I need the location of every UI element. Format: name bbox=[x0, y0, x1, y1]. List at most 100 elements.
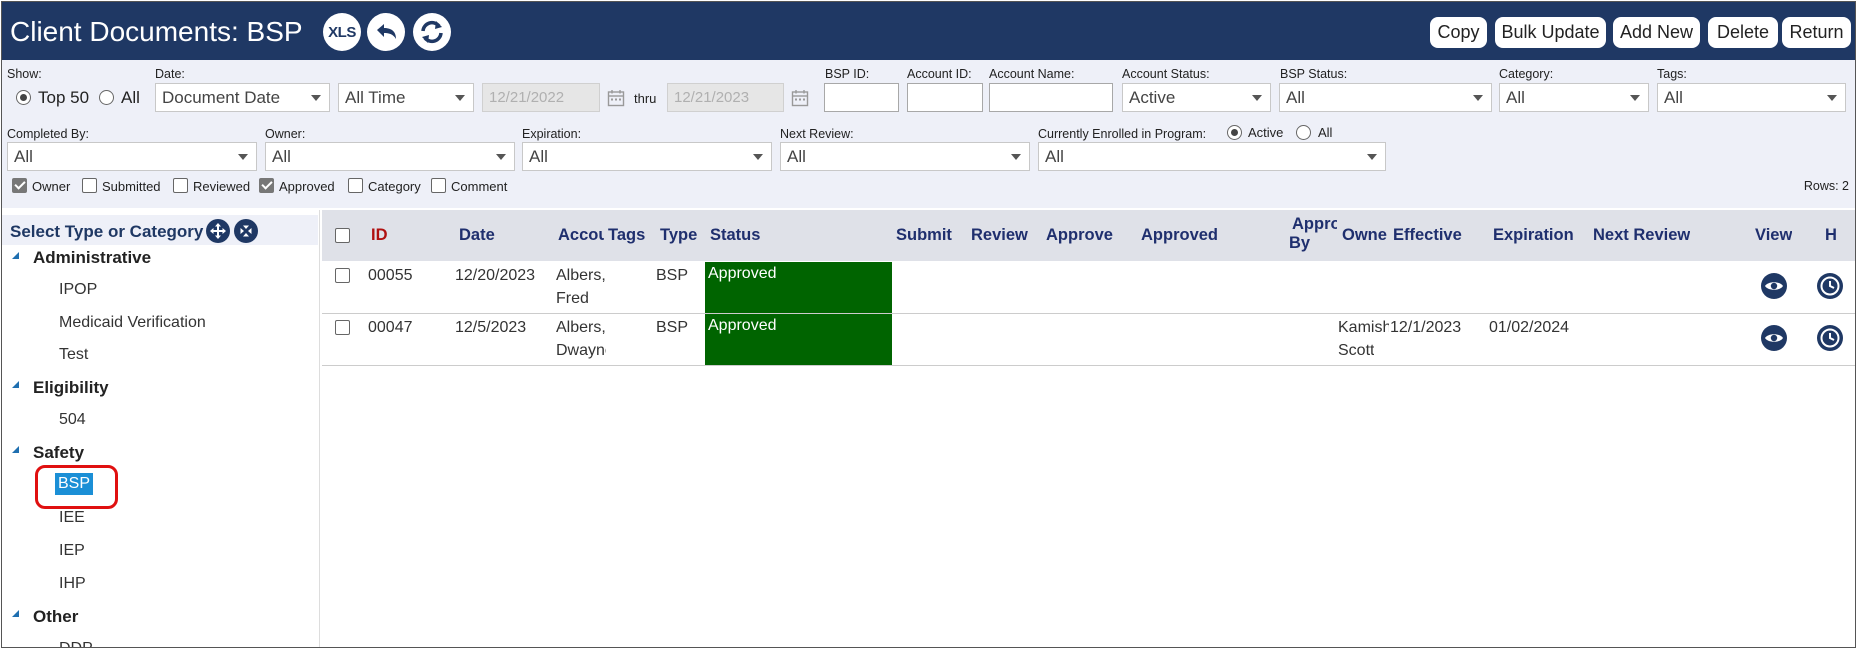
copy-button[interactable]: Copy bbox=[1430, 17, 1487, 48]
bulk-update-button[interactable]: Bulk Update bbox=[1495, 17, 1606, 48]
table-row[interactable]: 00047 12/5/2023 Albers, Dwayne BSP Appro… bbox=[322, 314, 1855, 366]
tags-select[interactable]: All bbox=[1657, 83, 1846, 112]
refresh-icon[interactable] bbox=[413, 13, 451, 51]
cell-owner-line1: Kamisha bbox=[1338, 319, 1389, 336]
bsp-status-label: BSP Status: bbox=[1280, 67, 1348, 81]
cell-expiration: 01/02/2024 bbox=[1489, 319, 1570, 336]
add-new-button[interactable]: Add New bbox=[1613, 17, 1700, 48]
col-approved[interactable]: Approved bbox=[1141, 226, 1218, 245]
tree-item-ipop[interactable]: IPOP bbox=[59, 281, 97, 299]
cell-account-line2: Fred bbox=[556, 290, 589, 307]
tree-item-ddp[interactable]: DDP bbox=[59, 640, 93, 647]
tree-item-504[interactable]: 504 bbox=[59, 411, 86, 429]
comment-column-checkbox[interactable] bbox=[431, 178, 446, 193]
owner-column-checkbox[interactable] bbox=[12, 178, 27, 193]
date-to-input[interactable]: 12/21/2023 bbox=[667, 83, 784, 112]
col-approved-by-line2[interactable]: By bbox=[1289, 234, 1310, 253]
enrolled-all-radio[interactable] bbox=[1296, 125, 1311, 140]
account-id-input[interactable] bbox=[907, 83, 983, 112]
expand-all-icon[interactable] bbox=[206, 219, 230, 243]
expand-eligibility-icon[interactable] bbox=[12, 381, 19, 388]
col-effective[interactable]: Effective bbox=[1393, 226, 1462, 245]
calendar-icon[interactable] bbox=[791, 89, 809, 107]
tree-item-ihp[interactable]: IHP bbox=[59, 575, 86, 593]
col-approve[interactable]: Approve bbox=[1046, 226, 1113, 245]
date-range-select[interactable]: All Time bbox=[338, 83, 474, 112]
view-eye-icon[interactable] bbox=[1760, 324, 1788, 352]
date-type-select[interactable]: Document Date bbox=[155, 83, 330, 112]
expand-safety-icon[interactable] bbox=[12, 446, 19, 453]
tree-item-test[interactable]: Test bbox=[59, 346, 88, 364]
rows-count: Rows: 2 bbox=[1803, 179, 1849, 193]
status-badge: Approved bbox=[705, 314, 892, 365]
undo-icon[interactable] bbox=[367, 13, 405, 51]
completed-by-select[interactable]: All bbox=[7, 142, 257, 171]
col-expiration[interactable]: Expiration bbox=[1493, 226, 1574, 245]
select-all-checkbox[interactable] bbox=[335, 228, 350, 243]
reviewed-column-checkbox[interactable] bbox=[173, 178, 188, 193]
col-history[interactable]: H bbox=[1825, 226, 1837, 245]
col-approved-by-line1[interactable]: Approved bbox=[1292, 215, 1337, 234]
owner-select[interactable]: All bbox=[265, 142, 515, 171]
col-account[interactable]: Account bbox=[558, 226, 604, 245]
tree-category-administrative[interactable]: Administrative bbox=[33, 248, 151, 268]
col-status[interactable]: Status bbox=[710, 226, 760, 245]
submitted-column-label: Submitted bbox=[102, 179, 161, 194]
next-review-select[interactable]: All bbox=[780, 142, 1030, 171]
col-next-review[interactable]: Next Review bbox=[1593, 226, 1690, 245]
submitted-column-checkbox[interactable] bbox=[82, 178, 97, 193]
history-clock-icon[interactable] bbox=[1816, 324, 1844, 352]
xls-export-button[interactable]: XLS bbox=[323, 13, 361, 51]
enrolled-active-radio[interactable] bbox=[1227, 125, 1242, 140]
table-row[interactable]: 00055 12/20/2023 Albers, Fred BSP Approv… bbox=[322, 262, 1855, 314]
bsp-id-input[interactable] bbox=[824, 83, 899, 112]
bsp-status-select[interactable]: All bbox=[1279, 83, 1492, 112]
col-owner[interactable]: Owner bbox=[1342, 226, 1387, 245]
show-all-label: All bbox=[121, 88, 140, 107]
enrolled-active-label: Active bbox=[1248, 125, 1284, 140]
category-column-checkbox[interactable] bbox=[348, 178, 363, 193]
col-id[interactable]: ID bbox=[371, 226, 388, 245]
client-documents-page: Client Documents: BSP XLS Copy Bulk Upda… bbox=[1, 1, 1856, 648]
tree-item-medicaid-verification[interactable]: Medicaid Verification bbox=[59, 314, 206, 332]
show-top50-radio[interactable] bbox=[16, 90, 31, 105]
col-type[interactable]: Type bbox=[660, 226, 697, 245]
cell-type: BSP bbox=[656, 319, 689, 336]
cell-owner-line2: Scott bbox=[1338, 342, 1375, 359]
enrolled-program-select[interactable]: All bbox=[1038, 142, 1386, 171]
collapse-all-icon[interactable] bbox=[234, 219, 258, 243]
col-tags[interactable]: Tags bbox=[608, 226, 645, 245]
account-status-select[interactable]: Active bbox=[1122, 83, 1271, 112]
expand-administrative-icon[interactable] bbox=[12, 252, 19, 259]
col-date[interactable]: Date bbox=[459, 226, 495, 245]
tree-item-iee[interactable]: IEE bbox=[59, 509, 85, 527]
approved-column-checkbox[interactable] bbox=[259, 178, 274, 193]
date-from-input[interactable]: 12/21/2022 bbox=[482, 83, 600, 112]
expiration-select[interactable]: All bbox=[522, 142, 772, 171]
col-view[interactable]: View bbox=[1755, 226, 1792, 245]
approved-column-label: Approved bbox=[279, 179, 335, 194]
col-review[interactable]: Review bbox=[971, 226, 1028, 245]
tree-category-eligibility[interactable]: Eligibility bbox=[33, 378, 109, 398]
delete-button[interactable]: Delete bbox=[1708, 17, 1778, 48]
show-all-radio[interactable] bbox=[99, 90, 114, 105]
category-select[interactable]: All bbox=[1499, 83, 1649, 112]
tree-item-iep[interactable]: IEP bbox=[59, 542, 85, 560]
selection-highlight bbox=[35, 465, 118, 509]
return-button[interactable]: Return bbox=[1782, 17, 1851, 48]
date-range-value: All Time bbox=[345, 88, 406, 107]
tree-category-safety[interactable]: Safety bbox=[33, 443, 84, 463]
enrolled-all-label: All bbox=[1318, 125, 1333, 140]
calendar-icon[interactable] bbox=[607, 89, 625, 107]
tree-category-other[interactable]: Other bbox=[33, 607, 78, 627]
view-eye-icon[interactable] bbox=[1760, 272, 1788, 300]
account-name-input[interactable] bbox=[989, 83, 1113, 112]
history-clock-icon[interactable] bbox=[1816, 272, 1844, 300]
category-label: Category: bbox=[1499, 67, 1554, 81]
row-checkbox[interactable] bbox=[335, 320, 350, 335]
expand-other-icon[interactable] bbox=[12, 610, 19, 617]
comment-column-label: Comment bbox=[451, 179, 508, 194]
row-checkbox[interactable] bbox=[335, 268, 350, 283]
col-submit[interactable]: Submit bbox=[896, 226, 952, 245]
filter-panel: Show: Date: BSP ID: Account ID: Account … bbox=[2, 60, 1855, 208]
